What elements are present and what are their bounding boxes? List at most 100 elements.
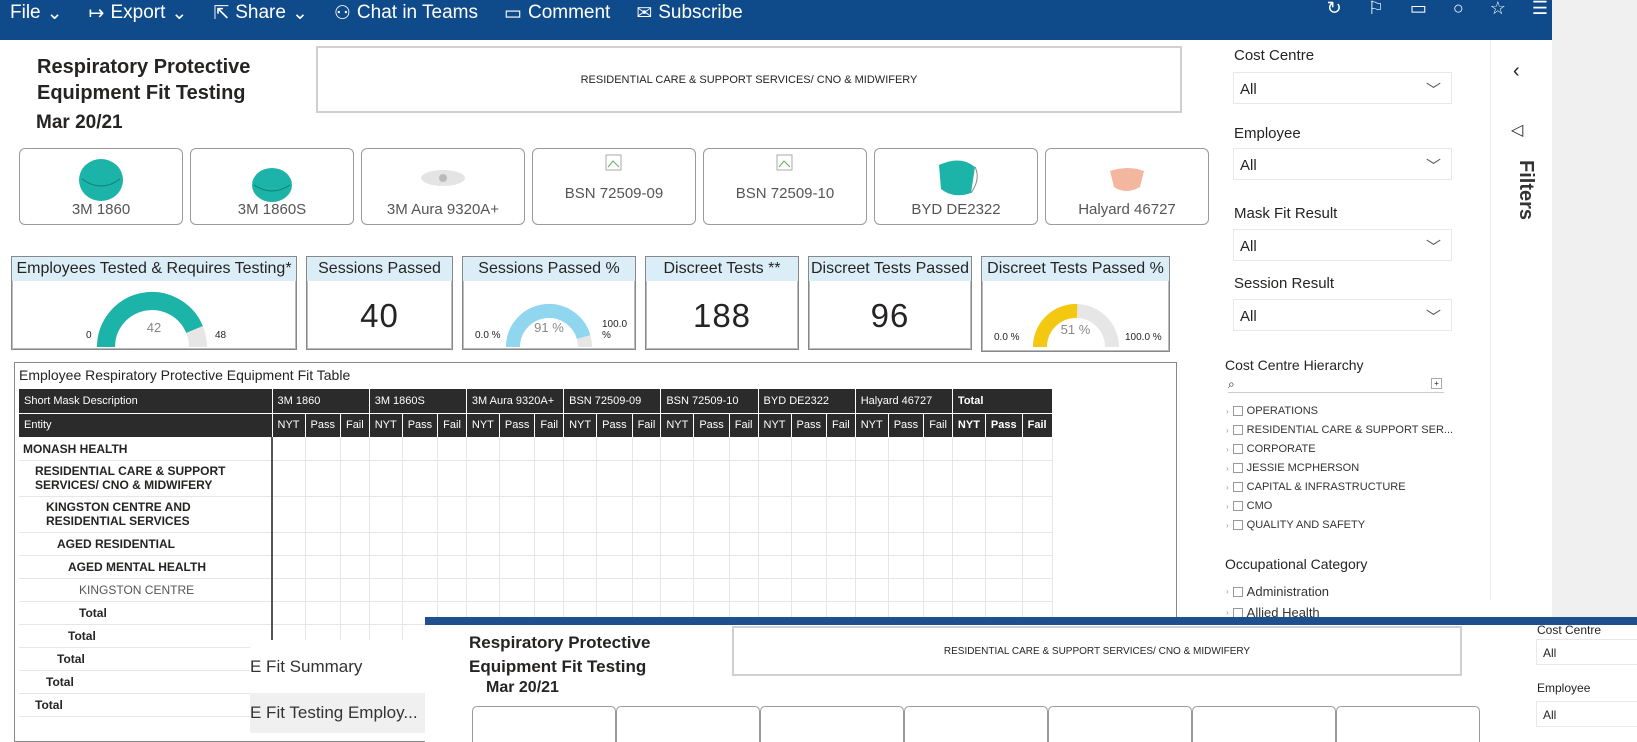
sub-column-header[interactable]: Fail: [534, 413, 565, 438]
employee-dropdown[interactable]: All: [1536, 701, 1637, 727]
slicer-item[interactable]: › JESSIE MCPHERSON: [1226, 462, 1359, 474]
page-tab-fit-summary[interactable]: E Fit Summary: [250, 657, 362, 677]
sub-column-header[interactable]: Pass: [888, 413, 925, 438]
bookmark-icon[interactable]: ⚐: [1368, 0, 1384, 19]
collapse-arrow-icon[interactable]: ‹: [1513, 60, 1520, 83]
mask-fit-dropdown[interactable]: All ﹀: [1233, 229, 1452, 261]
export-menu[interactable]: ↦ Export ⌄: [89, 2, 188, 25]
page-tab-fit-testing-employee[interactable]: E Fit Testing Employ...: [250, 693, 425, 733]
sub-column-header[interactable]: Fail: [826, 413, 856, 438]
slicer-item[interactable]: › OPERATIONS: [1226, 405, 1318, 417]
checkbox[interactable]: [1232, 482, 1243, 492]
slicer-item[interactable]: › CORPORATE: [1226, 443, 1316, 455]
entity-cell[interactable]: Total: [19, 601, 273, 625]
hierarchy-search[interactable]: ⌕ +: [1228, 377, 1444, 393]
column-header[interactable]: Entity: [19, 413, 273, 438]
slicer-item[interactable]: › CMO: [1226, 500, 1272, 512]
entity-cell[interactable]: Total: [19, 624, 273, 648]
table-row[interactable]: KINGSTON CENTRE: [19, 578, 1053, 602]
mask-column-header[interactable]: BYD DE2322: [758, 389, 856, 414]
table-row[interactable]: AGED RESIDENTIAL: [19, 532, 1053, 556]
mask-card[interactable]: [904, 706, 1048, 742]
employee-dropdown[interactable]: All ﹀: [1233, 148, 1452, 180]
mask-card[interactable]: [616, 706, 760, 742]
slicer-item[interactable]: › Administration: [1226, 584, 1329, 599]
mask-card[interactable]: BSN 72509-10: [703, 148, 867, 225]
sub-column-header[interactable]: Pass: [791, 413, 827, 438]
entity-cell[interactable]: RESIDENTIAL CARE & SUPPORT SERVICES/ CNO…: [19, 460, 273, 497]
checkbox[interactable]: [1232, 586, 1243, 597]
expand-arrow-icon[interactable]: ›: [1226, 587, 1229, 596]
mask-column-header[interactable]: Halyard 46727: [855, 389, 953, 414]
sub-column-header[interactable]: NYT: [855, 413, 889, 438]
slicer-item[interactable]: › QUALITY AND SAFETY: [1226, 519, 1365, 531]
column-header[interactable]: Short Mask Description: [19, 389, 273, 414]
mask-card[interactable]: [760, 706, 904, 742]
entity-cell[interactable]: Total: [19, 647, 273, 671]
checkbox[interactable]: [1232, 607, 1243, 618]
session-dropdown[interactable]: All ﹀: [1233, 299, 1452, 331]
expand-arrow-icon[interactable]: ›: [1226, 407, 1229, 416]
sub-column-header[interactable]: Pass: [693, 413, 730, 438]
sub-column-header[interactable]: NYT: [660, 413, 695, 438]
sub-column-header[interactable]: Fail: [632, 413, 662, 438]
mask-card[interactable]: [1336, 706, 1480, 742]
entity-cell[interactable]: AGED RESIDENTIAL: [19, 532, 273, 556]
slicer-item[interactable]: › RESIDENTIAL CARE & SUPPORT SER...: [1226, 424, 1453, 436]
mask-card[interactable]: BYD DE2322: [874, 148, 1038, 225]
checkbox[interactable]: [1232, 501, 1243, 511]
mask-column-header[interactable]: 3M 1860: [272, 389, 370, 414]
sub-column-header[interactable]: Fail: [437, 413, 467, 438]
filter-icon[interactable]: ◁: [1511, 120, 1523, 140]
entity-cell[interactable]: Total: [19, 693, 273, 717]
sub-column-header[interactable]: NYT: [563, 413, 598, 438]
sub-column-header[interactable]: Pass: [596, 413, 633, 438]
sub-column-header[interactable]: Pass: [499, 413, 536, 438]
subscribe-button[interactable]: ✉ Subscribe: [636, 2, 742, 25]
table-row[interactable]: KINGSTON CENTRE AND RESIDENTIAL SERVICES: [19, 496, 1053, 533]
share-menu[interactable]: ⇱ Share ⌄: [213, 2, 308, 25]
sub-column-header[interactable]: Fail: [923, 413, 953, 438]
sub-column-header[interactable]: Fail: [1022, 413, 1053, 438]
mask-column-header[interactable]: 3M Aura 9320A+: [466, 389, 565, 414]
table-row[interactable]: AGED MENTAL HEALTH: [19, 555, 1053, 579]
mask-column-header[interactable]: 3M 1860S: [369, 389, 467, 414]
sub-column-header[interactable]: NYT: [758, 413, 792, 438]
sub-column-header[interactable]: Fail: [340, 413, 370, 438]
mask-card[interactable]: BSN 72509-09: [532, 148, 696, 225]
chat-in-teams-button[interactable]: ⚇ Chat in Teams: [334, 2, 478, 25]
entity-cell[interactable]: KINGSTON CENTRE AND RESIDENTIAL SERVICES: [19, 496, 273, 533]
mask-column-header[interactable]: BSN 72509-10: [660, 389, 759, 414]
more-icon[interactable]: ☰: [1532, 0, 1548, 19]
comment-button[interactable]: ▭ Comment: [504, 2, 610, 25]
sub-column-header[interactable]: NYT: [272, 413, 306, 438]
mask-card[interactable]: [1192, 706, 1336, 742]
mask-card[interactable]: 3M 1860S: [190, 148, 354, 225]
mask-card[interactable]: 3M Aura 9320A+: [361, 148, 525, 225]
checkbox[interactable]: [1232, 406, 1243, 416]
mask-card[interactable]: [1048, 706, 1192, 742]
sub-column-header[interactable]: Pass: [305, 413, 341, 438]
file-menu[interactable]: File ⌄: [10, 2, 63, 25]
sub-column-header[interactable]: Pass: [402, 413, 439, 438]
cost-centre-dropdown[interactable]: All: [1536, 639, 1637, 665]
table-row[interactable]: RESIDENTIAL CARE & SUPPORT SERVICES/ CNO…: [19, 460, 1053, 497]
expand-arrow-icon[interactable]: ›: [1226, 445, 1229, 454]
entity-cell[interactable]: MONASH HEALTH: [19, 437, 273, 461]
expand-arrow-icon[interactable]: ›: [1226, 502, 1229, 511]
checkbox[interactable]: [1232, 425, 1243, 435]
expand-arrow-icon[interactable]: ›: [1226, 608, 1229, 617]
sub-column-header[interactable]: NYT: [369, 413, 403, 438]
expand-arrow-icon[interactable]: ›: [1226, 521, 1229, 530]
mask-card[interactable]: [472, 706, 616, 742]
expand-arrow-icon[interactable]: ›: [1226, 483, 1229, 492]
expand-icon[interactable]: +: [1431, 378, 1442, 389]
entity-cell[interactable]: KINGSTON CENTRE: [19, 578, 273, 602]
mask-column-header[interactable]: BSN 72509-09: [563, 389, 662, 414]
sub-column-header[interactable]: Fail: [729, 413, 759, 438]
mask-column-header[interactable]: Total: [952, 389, 1053, 414]
reset-icon[interactable]: ↻: [1327, 0, 1342, 19]
refresh-icon[interactable]: ○: [1453, 0, 1464, 19]
entity-cell[interactable]: AGED MENTAL HEALTH: [19, 555, 273, 579]
cost-centre-dropdown[interactable]: All ﹀: [1233, 72, 1452, 104]
